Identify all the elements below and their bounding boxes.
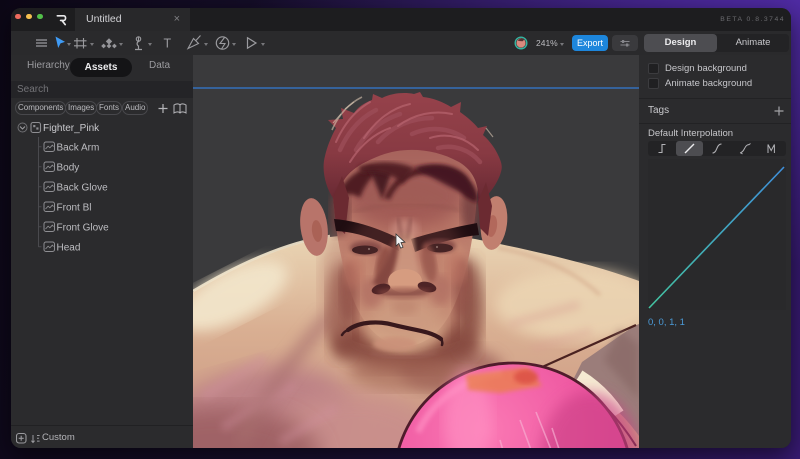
svg-text:T: T xyxy=(164,37,172,51)
svg-text:Fighter_Pink: Fighter_Pink xyxy=(43,123,100,134)
svg-text:Front Glove: Front Glove xyxy=(57,223,110,234)
svg-text:Body: Body xyxy=(57,163,80,174)
svg-text:Back Arm: Back Arm xyxy=(57,143,100,154)
svg-text:Head: Head xyxy=(57,243,81,254)
svg-text:Back Glove: Back Glove xyxy=(57,183,109,194)
svg-text:Front Bl: Front Bl xyxy=(57,203,92,214)
